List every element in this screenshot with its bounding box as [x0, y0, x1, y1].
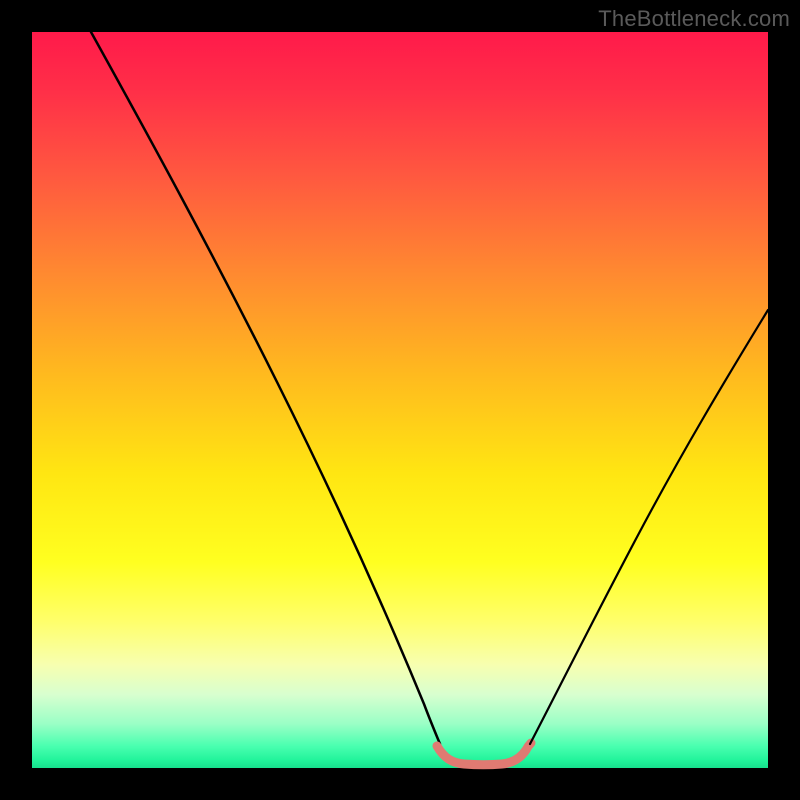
plot-area: [32, 32, 768, 768]
left-curve: [91, 32, 440, 744]
right-curve: [530, 310, 768, 744]
flat-segment: [437, 743, 531, 765]
chart-container: TheBottleneck.com: [0, 0, 800, 800]
watermark-text: TheBottleneck.com: [598, 6, 790, 32]
curve-overlay: [32, 32, 768, 768]
